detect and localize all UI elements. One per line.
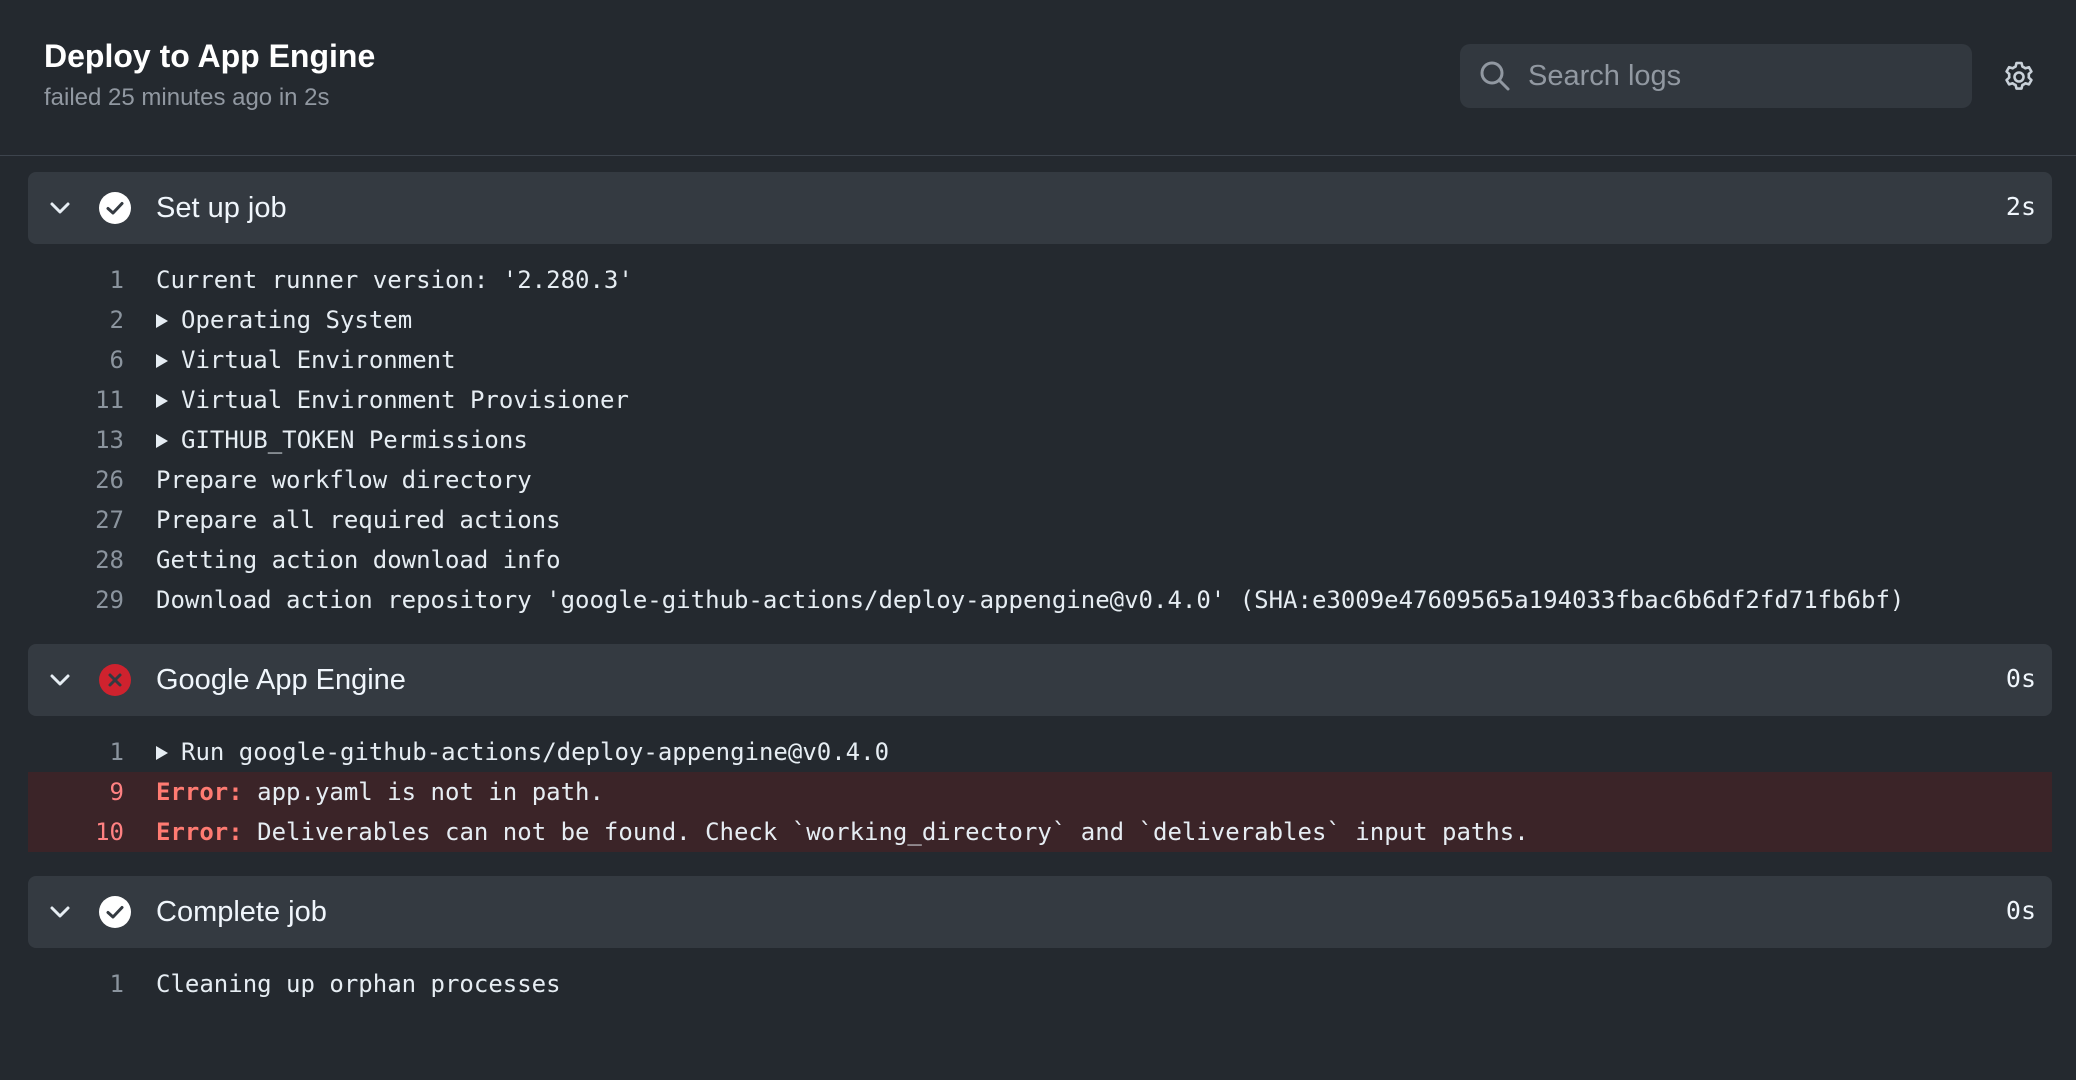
step-log: 1 Cleaning up orphan processes — [28, 948, 2052, 1028]
line-number[interactable]: 1 — [44, 260, 124, 300]
step-duration: 0s — [2005, 664, 2036, 693]
error-label: Error: — [156, 818, 243, 846]
log-text: Current runner version: '2.280.3' — [156, 266, 633, 294]
workflow-log-page: Deploy to App Engine failed 25 minutes a… — [0, 0, 2076, 1080]
line-number[interactable]: 1 — [44, 964, 124, 1004]
log-text: Cleaning up orphan processes — [156, 970, 561, 998]
error-log-line: 10 Error: Deliverables can not be found. … — [28, 812, 2052, 852]
log-text: GITHUB_TOKEN Permissions — [181, 426, 528, 454]
check-circle-icon — [99, 896, 131, 928]
line-number[interactable]: 27 — [44, 500, 124, 540]
triangle-right-icon[interactable] — [156, 746, 168, 760]
step-header[interactable]: Complete job 0s — [28, 876, 2052, 948]
line-number[interactable]: 13 — [44, 420, 124, 460]
error-log-line: 9 Error: app.yaml is not in path. — [28, 772, 2052, 812]
step-google-app-engine: Google App Engine 0s 1 Run google-github-… — [28, 644, 2052, 876]
page-title: Deploy to App Engine — [44, 38, 376, 74]
log-line: 29 Download action repository 'google-git… — [28, 580, 2052, 620]
step-name: Google App Engine — [156, 664, 406, 696]
line-number[interactable]: 9 — [44, 772, 124, 812]
search-box[interactable] — [1460, 44, 1972, 108]
log-line[interactable]: 11 Virtual Environment Provisioner — [28, 380, 2052, 420]
step-duration: 0s — [2005, 896, 2036, 925]
log-line[interactable]: 6 Virtual Environment — [28, 340, 2052, 380]
triangle-right-icon[interactable] — [156, 314, 168, 328]
log-text: Prepare workflow directory — [156, 466, 532, 494]
triangle-right-icon[interactable] — [156, 434, 168, 448]
step-log: 1 Current runner version: '2.280.3' 2 Oper… — [28, 244, 2052, 644]
job-steps: Set up job 2s 1 Current runner version: '… — [28, 172, 2052, 1028]
log-line: 1 Cleaning up orphan processes — [28, 964, 2052, 1004]
line-number[interactable]: 10 — [44, 812, 124, 852]
log-text: Run google-github-actions/deploy-appengi… — [181, 738, 890, 766]
log-line[interactable]: 13 GITHUB_TOKEN Permissions — [28, 420, 2052, 460]
log-text: app.yaml is not in path. — [242, 778, 604, 806]
step-duration: 2s — [2005, 192, 2036, 221]
line-number[interactable]: 1 — [44, 732, 124, 772]
log-text: Prepare all required actions — [156, 506, 561, 534]
triangle-right-icon[interactable] — [156, 354, 168, 368]
line-number[interactable]: 11 — [44, 380, 124, 420]
triangle-right-icon[interactable] — [156, 394, 168, 408]
log-text: Operating System — [181, 306, 413, 334]
log-text: Deliverables can not be found. Check `wo… — [242, 818, 1529, 846]
error-label: Error: — [156, 778, 243, 806]
step-header[interactable]: Set up job 2s — [28, 172, 2052, 244]
log-text: Virtual Environment Provisioner — [181, 386, 629, 414]
check-circle-icon — [99, 192, 131, 224]
log-line[interactable]: 1 Run google-github-actions/deploy-appeng… — [28, 732, 2052, 772]
log-text: Getting action download info — [156, 546, 561, 574]
search-icon — [1480, 61, 1510, 91]
log-line: 27 Prepare all required actions — [28, 500, 2052, 540]
chevron-down-icon[interactable] — [48, 196, 72, 220]
line-number[interactable]: 6 — [44, 340, 124, 380]
x-circle-icon — [99, 664, 131, 696]
chevron-down-icon[interactable] — [48, 668, 72, 692]
step-complete-job: Complete job 0s 1 Cleaning up orphan proc… — [28, 876, 2052, 1028]
step-set-up-job: Set up job 2s 1 Current runner version: '… — [28, 172, 2052, 644]
log-text: Download action repository 'google-githu… — [156, 586, 1905, 614]
line-number[interactable]: 28 — [44, 540, 124, 580]
gear-icon[interactable] — [2002, 60, 2036, 94]
line-number[interactable]: 29 — [44, 580, 124, 620]
step-log: 1 Run google-github-actions/deploy-appeng… — [28, 716, 2052, 876]
search-logs-input[interactable] — [1528, 44, 1972, 108]
log-text: Virtual Environment — [181, 346, 456, 374]
line-number[interactable]: 2 — [44, 300, 124, 340]
step-header[interactable]: Google App Engine 0s — [28, 644, 2052, 716]
chevron-down-icon[interactable] — [48, 900, 72, 924]
log-line: 1 Current runner version: '2.280.3' — [28, 260, 2052, 300]
job-header: Deploy to App Engine failed 25 minutes a… — [0, 0, 2076, 156]
log-line: 28 Getting action download info — [28, 540, 2052, 580]
step-name: Set up job — [156, 192, 287, 224]
log-line: 26 Prepare workflow directory — [28, 460, 2052, 500]
step-name: Complete job — [156, 896, 327, 928]
line-number[interactable]: 26 — [44, 460, 124, 500]
job-status-summary: failed 25 minutes ago in 2s — [44, 84, 330, 111]
log-line[interactable]: 2 Operating System — [28, 300, 2052, 340]
